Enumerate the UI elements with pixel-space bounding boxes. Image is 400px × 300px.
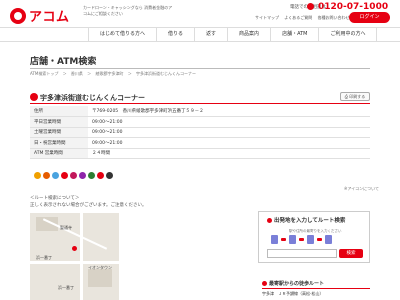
route-illustration [271,235,335,244]
store-pin-icon[interactable] [72,246,77,251]
route-notice-text: 正しく表示されない場合がございます。ご注意ください。 [30,203,147,208]
store-name: 宇多津浜街道むじんくんコーナー [40,94,145,102]
route-notice: ＜ルート検索について＞ 正しく表示されない場合がございます。ご注意ください。 [30,195,147,209]
service-icon [43,172,50,179]
main-nav: はじめて借りる方へ 借りる 返す 商品案内 店舗・ATM ご利用中の方へ [0,27,400,42]
row-value: 09:00～21:00 [88,116,370,128]
page-title: 店舗・ATM検索 [30,57,97,67]
top-link-contact[interactable]: 各種お問い合わせ [318,15,350,20]
route-search-button[interactable]: 検索 [339,249,363,258]
logo-text: アコム [29,10,70,25]
train-icon [289,235,296,244]
map-label: イオンタウン [88,265,112,270]
row-value: 〒769-0205 香川県綾歌郡宇多津町浜五番丁５９－２ [88,106,370,117]
route-search-panel: 出発地を入力してルート検索 駅や住所の最寄りを入力ください 検索 [258,211,370,263]
icon-note-link[interactable]: ※アイコンについて [344,186,379,192]
nav-item-store-atm[interactable]: 店舗・ATM [270,28,318,41]
print-icon: ⎙ [344,94,348,99]
store-info-table: 住所 〒769-0205 香川県綾歌郡宇多津町浜五番丁５９－２ 平日営業時間 0… [30,106,370,159]
arrow-icon [317,238,322,241]
service-icon [70,172,77,179]
station-route-title: 最寄駅からの徒歩ルート [262,280,324,287]
phone-number[interactable]: 0120-07-1000 [318,2,388,12]
row-label: 住所 [30,106,88,117]
store-marker-icon [30,93,38,101]
station-divider [262,288,370,289]
service-icons [34,172,115,179]
route-panel-title: 出発地を入力してルート検索 [267,216,345,224]
service-icon [88,172,95,179]
breadcrumb-separator: ＞ [62,71,67,76]
tagline: カードローン・キャッシングなら 消費者金融のアコムにご相談ください [83,5,173,16]
print-label: 印刷する [349,94,366,99]
map-label: 浜一番丁 [36,255,52,260]
station-route-title-text: 最寄駅からの徒歩ルート [269,281,325,287]
building-icon [325,235,332,244]
arrow-icon [281,238,286,241]
acom-logo[interactable]: アコム [10,6,70,25]
service-icon [34,172,41,179]
store-divider [30,103,370,104]
breadcrumb-prefecture[interactable]: 香川県 [71,71,83,76]
service-icon [106,172,113,179]
nav-item-products[interactable]: 商品案内 [227,28,270,41]
table-row: 平日営業時間 09:00～21:00 [30,116,370,128]
departure-input[interactable] [267,249,337,258]
route-notice-heading: ＜ルート検索について＞ [30,196,80,201]
print-button[interactable]: ⎙ 印刷する [340,92,370,101]
map-road [30,261,119,264]
map-road [80,213,83,300]
row-value: 09:00～21:00 [88,137,370,149]
nav-item-borrow[interactable]: 借りる [156,28,194,41]
top-link-faq[interactable]: よくあるご質問 [284,15,312,20]
breadcrumb-town[interactable]: 綾歌郡宇多津町 [95,71,123,76]
arrow-icon [299,238,304,241]
breadcrumb-atm-top[interactable]: ATM検索トップ [30,71,58,76]
route-panel-sub: 駅や住所の最寄りを入力ください [289,229,342,233]
row-value: 09:00～21:00 [88,127,370,138]
person-icon [271,235,278,244]
title-divider [30,68,370,69]
table-row: ATM 営業時間 ２４時間 [30,148,370,159]
table-row: 土曜営業時間 09:00～21:00 [30,127,370,138]
route-panel-title-text: 出発地を入力してルート検索 [274,218,346,224]
walk-icon [262,281,267,286]
row-label: 平日営業時間 [30,116,88,128]
site-header: アコム カードローン・キャッシングなら 消費者金融のアコムにご相談ください 電話… [0,0,400,27]
logo-mark-icon [10,7,26,24]
table-row: 住所 〒769-0205 香川県綾歌郡宇多津町浜五番丁５９－２ [30,106,370,117]
store-map[interactable]: 聖通寺 浜一番丁 浜一番丁 イオンタウン [30,213,119,300]
phone-icon [307,3,314,10]
map-block [88,269,112,287]
nav-item-members[interactable]: ご利用中の方へ [318,28,378,41]
walk-icon [307,235,314,244]
map-label: 聖通寺 [60,225,72,230]
row-label: 日・祝営業時間 [30,137,88,149]
service-icon [79,172,86,179]
login-button[interactable]: ログイン [349,12,390,23]
service-icon [61,172,68,179]
service-icon [52,172,59,179]
breadcrumb-separator: ＞ [87,71,92,76]
row-value: ２４時間 [88,148,370,159]
nav-item-first-time[interactable]: はじめて借りる方へ [88,28,156,41]
map-label: 浜一番丁 [58,285,74,290]
top-link-sitemap[interactable]: サイトマップ [255,15,279,20]
breadcrumb: ATM検索トップ ＞ 香川県 ＞ 綾歌郡宇多津町 ＞ 宇多津浜街道むじんくんコー… [30,71,199,77]
row-label: ATM 営業時間 [30,148,88,159]
map-road [42,218,108,250]
station-item[interactable]: 宇多津 ＪＲ予讃線（高松-松山） [262,291,323,297]
row-label: 土曜営業時間 [30,127,88,138]
breadcrumb-separator: ＞ [127,71,132,76]
breadcrumb-current: 宇多津浜街道むじんくんコーナー [136,71,197,76]
nav-item-repay[interactable]: 返す [194,28,227,41]
service-icon [97,172,104,179]
info-icon [267,218,272,223]
table-row: 日・祝営業時間 09:00～21:00 [30,137,370,149]
